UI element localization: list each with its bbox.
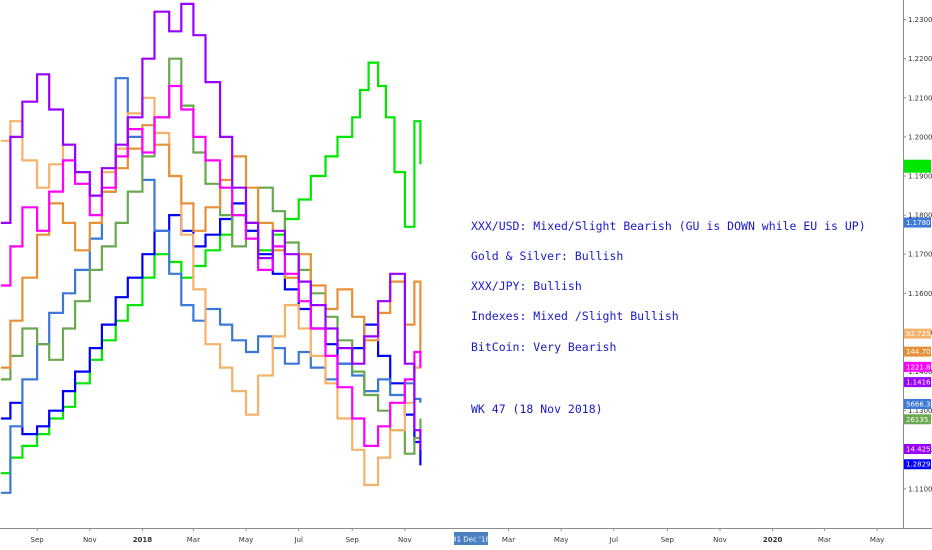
y-tick-label-1: 1.22000 xyxy=(908,55,932,63)
x-tick-label-7: Nov xyxy=(398,536,412,544)
x-tick-label-13: 2020 xyxy=(763,536,783,544)
price-tag-label-4: 1221.811 xyxy=(906,363,932,371)
x-tick-label-9: May xyxy=(554,536,568,544)
price-tag-label-1: 1.17806 xyxy=(906,219,932,227)
x-tick-label-2: 2018 xyxy=(133,536,153,544)
annotation-xxxusd: XXX/USD: Mixed/Slight Bearish (GU is DOW… xyxy=(471,219,866,233)
y-tick-label-0: 1.23000 xyxy=(908,16,932,24)
annotation-gold-silver: Gold & Silver: Bullish xyxy=(471,249,623,263)
price-tag-label-7: 26135.1 xyxy=(906,416,932,424)
price-tag-1: 1.17806 xyxy=(904,217,932,228)
price-tag-label-6: 5666.3 xyxy=(906,401,931,409)
x-tick-label-11: Sep xyxy=(661,536,675,544)
x-tick-label-12: Nov xyxy=(713,536,727,544)
x-tick-label-14: Mar xyxy=(818,536,831,544)
y-tick-label-4: 1.19000 xyxy=(908,173,932,181)
y-tick-label-3: 1.20000 xyxy=(908,133,932,141)
price-tag-5: 1.14161 xyxy=(904,377,932,388)
x-tick-label-5: Jul xyxy=(293,536,303,544)
annotation-xxxjpy: XXX/JPY: Bullish xyxy=(471,279,582,293)
price-tag-4: 1221.811 xyxy=(904,361,932,372)
chart-background xyxy=(0,0,932,550)
price-tag-3: 144.708 xyxy=(904,346,932,357)
y-tick-label-12: 1.11000 xyxy=(908,485,932,493)
x-tick-label-6: Sep xyxy=(346,536,360,544)
price-tag-2: 92.725 xyxy=(904,328,931,339)
y-tick-label-6: 1.17000 xyxy=(908,251,932,259)
x-tick-label-3: Mar xyxy=(187,536,200,544)
annotation-week: WK 47 (18 Nov 2018) xyxy=(471,402,603,416)
price-tag-9: 1.28290 xyxy=(904,459,932,470)
price-tag-7: 26135.1 xyxy=(904,414,932,425)
x-tick-label-10: Jul xyxy=(609,536,619,544)
price-tag-label-5: 1.14161 xyxy=(906,379,932,387)
x-tick-label-8: Mar xyxy=(502,536,515,544)
price-tag-label-3: 144.708 xyxy=(906,348,932,356)
price-tag-0 xyxy=(904,159,931,173)
chart: 1.230001.220001.210001.200001.190001.180… xyxy=(0,0,932,550)
time-cursor[interactable]: 31 Dec '18 xyxy=(452,532,490,545)
x-tick-label-4: May xyxy=(239,536,253,544)
y-tick-label-7: 1.16000 xyxy=(908,290,932,298)
price-tag-box-0 xyxy=(904,159,931,173)
price-tag-label-2: 92.725 xyxy=(906,330,931,338)
x-tick-label-1: Nov xyxy=(83,536,97,544)
y-tick-label-2: 1.21000 xyxy=(908,94,932,102)
price-tag-6: 5666.3 xyxy=(904,399,931,410)
price-tag-8: 14.42500 xyxy=(904,443,932,454)
price-tag-label-9: 1.28290 xyxy=(906,461,932,469)
x-tick-label-0: Sep xyxy=(31,536,45,544)
x-tick-label-15: May xyxy=(870,536,884,544)
annotation-bitcoin: BitCoin: Very Bearish xyxy=(471,340,616,354)
annotation-indexes: Indexes: Mixed /Slight Bullish xyxy=(471,309,679,323)
time-cursor-label: 31 Dec '18 xyxy=(452,536,490,544)
price-tag-label-8: 14.42500 xyxy=(906,445,932,453)
